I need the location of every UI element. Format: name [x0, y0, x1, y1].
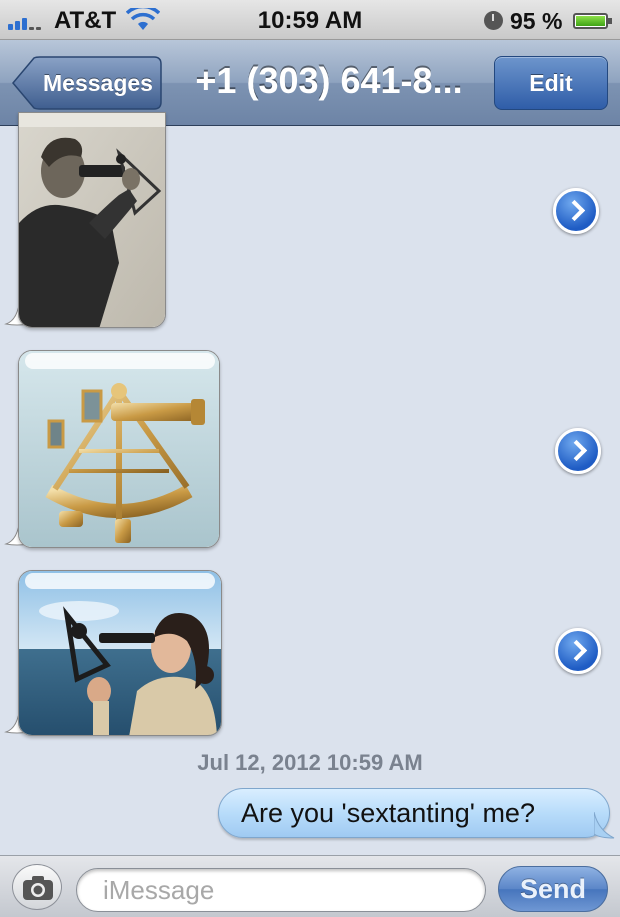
brass-sextant-photo	[19, 351, 219, 547]
message-timestamp: Jul 12, 2012 10:59 AM	[197, 750, 423, 775]
send-button[interactable]: Send	[498, 866, 608, 912]
back-button-label: Messages	[43, 70, 153, 96]
image-detail-button[interactable]	[555, 428, 601, 474]
camera-icon	[23, 876, 53, 900]
outgoing-bubble-tail	[594, 812, 615, 839]
image-message[interactable]	[18, 570, 222, 736]
message-input-bar: iMessage Send	[0, 855, 620, 917]
outgoing-message-text: Are you 'sextanting' me?	[241, 798, 535, 828]
image-detail-button[interactable]	[553, 188, 599, 234]
image-detail-button[interactable]	[555, 628, 601, 674]
alarm-clock-icon	[484, 11, 503, 30]
edit-button[interactable]: Edit	[494, 56, 608, 110]
image-message[interactable]	[18, 112, 166, 328]
conversation-title: +1 (303) 641-8...	[195, 60, 463, 101]
battery-icon	[573, 13, 612, 29]
imessage-input[interactable]: iMessage	[76, 868, 486, 912]
outgoing-message-bubble[interactable]: Are you 'sextanting' me?	[218, 788, 610, 838]
input-placeholder: iMessage	[103, 875, 215, 905]
messages-back-button[interactable]: Messages	[12, 56, 162, 110]
camera-button[interactable]	[12, 864, 62, 910]
status-bar: AT&T 10:59 AM 95 %	[0, 0, 620, 40]
woman-sextant-sea-photo	[19, 571, 221, 735]
image-message[interactable]	[18, 350, 220, 548]
man-sextant-photo	[19, 113, 165, 327]
battery-percentage: 95 %	[510, 8, 563, 34]
